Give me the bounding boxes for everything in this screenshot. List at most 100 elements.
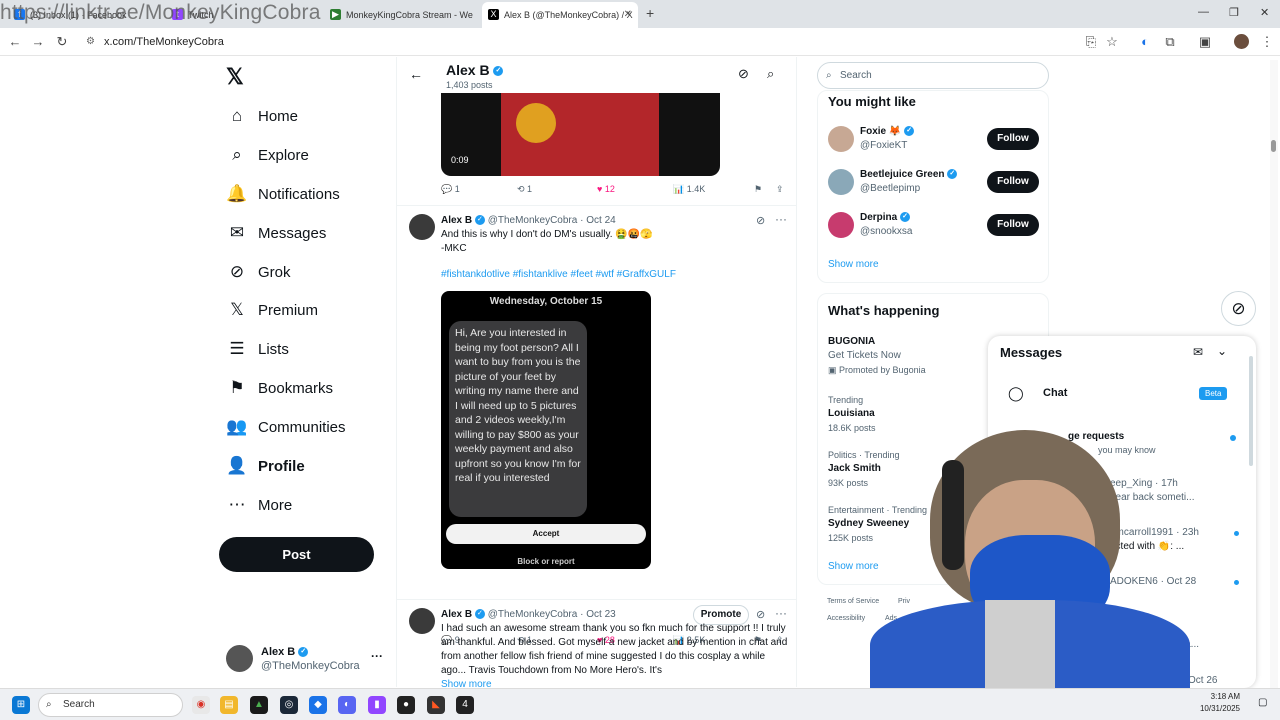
avatar[interactable] <box>828 212 854 238</box>
trend-item[interactable]: BUGONIA Get Tickets Now ▣ Promoted by Bu… <box>828 335 998 377</box>
avatar[interactable] <box>409 608 435 634</box>
address-bar[interactable]: ⚙ x.com/TheMonkeyCobra <box>80 31 1130 53</box>
grok-float-button[interactable]: ⊘ <box>1221 291 1256 326</box>
reply-button[interactable]: 💬 1 <box>441 184 460 195</box>
nav-profile[interactable]: 👤 Profile <box>226 456 304 476</box>
nav-lists[interactable]: ☰ Lists <box>226 339 288 359</box>
follow-button[interactable]: Follow <box>987 214 1039 236</box>
author-handle[interactable]: @TheMonkeyCobra <box>488 609 578 620</box>
close-window-button[interactable]: ✕ <box>1260 6 1269 19</box>
compose-icon[interactable]: ✉ <box>1193 345 1203 359</box>
show-more-link[interactable]: Show more <box>828 258 879 272</box>
nav-communities[interactable]: 👥 Communities <box>226 417 345 437</box>
grok-icon[interactable]: ⊘ <box>738 66 749 82</box>
new-tab-button[interactable]: + <box>646 5 654 21</box>
forward-icon[interactable]: → <box>30 34 46 49</box>
menu-icon[interactable]: ⋮ <box>1259 34 1275 50</box>
grok-icon[interactable]: ⊘ <box>756 214 765 227</box>
back-icon[interactable]: ← <box>7 34 23 49</box>
user-name[interactable]: Beetlejuice Green <box>860 169 944 180</box>
dm-screenshot-image[interactable]: Wednesday, October 15 Hi, Are you intere… <box>441 291 651 569</box>
account-switcher[interactable]: Alex B ✓ @TheMonkeyCobra ··· <box>226 645 386 675</box>
notification-icon[interactable]: ▢ <box>1258 697 1267 708</box>
search-input[interactable]: ⌕ Search <box>817 62 1049 89</box>
tweet-date[interactable]: Oct 24 <box>586 215 615 226</box>
discord-icon[interactable]: ◐ <box>338 696 356 714</box>
author-handle[interactable]: @TheMonkeyCobra <box>488 215 578 226</box>
site-info-icon[interactable]: ⚙ <box>86 31 95 53</box>
profile-avatar[interactable] <box>1234 34 1249 49</box>
more-icon[interactable]: ··· <box>371 649 383 663</box>
show-more-link[interactable]: Show more <box>441 678 492 687</box>
author-name[interactable]: Alex B <box>441 215 472 226</box>
extensions-puzzle-icon[interactable]: ⧉ <box>1162 34 1178 50</box>
hashtags[interactable]: #fishtankdotlive #fishtanklive #feet #wt… <box>441 268 676 282</box>
file-explorer-icon[interactable]: ▤ <box>220 696 238 714</box>
twitch-icon[interactable]: ▮ <box>368 696 386 714</box>
install-icon[interactable]: ⎘ <box>1083 34 1099 50</box>
nav-messages[interactable]: ✉ Messages <box>226 223 327 243</box>
extension-icon[interactable]: ◐ <box>1137 34 1153 49</box>
tweet-date[interactable]: Oct 23 <box>586 609 615 620</box>
windows-start-icon[interactable]: ⊞ <box>12 696 30 714</box>
nav-more[interactable]: ⋯ More <box>226 495 293 515</box>
tweet[interactable]: Alex B ✓ @TheMonkeyCobra · Oct 23 Promot… <box>397 600 796 687</box>
chat-label[interactable]: Chat <box>1043 387 1067 399</box>
x-logo[interactable]: 𝕏 <box>226 64 244 90</box>
video-player[interactable]: 0:09 <box>441 93 720 176</box>
nav-premium[interactable]: 𝕏 Premium <box>226 300 318 320</box>
app-4k-icon[interactable]: 4 <box>456 696 474 714</box>
more-icon[interactable]: ··· <box>775 606 787 620</box>
avatar[interactable] <box>409 214 435 240</box>
minimize-button[interactable]: — <box>1198 6 1209 18</box>
author-name[interactable]: Alex B <box>441 609 472 620</box>
chrome-icon[interactable]: ◉ <box>192 696 210 714</box>
retweet-button[interactable]: ⟲ 1 <box>517 184 532 195</box>
tweet-text: I had such an awesome stream thank you s… <box>441 623 788 676</box>
steam-icon[interactable]: ◎ <box>280 696 298 714</box>
section-title: You might like <box>828 94 916 109</box>
close-icon[interactable]: ✕ <box>624 9 632 20</box>
user-name[interactable]: Foxie 🦊 <box>860 126 901 137</box>
follow-button[interactable]: Follow <box>987 171 1039 193</box>
more-icon[interactable]: ··· <box>775 212 787 226</box>
app-icon[interactable]: ◆ <box>309 696 327 714</box>
bookmark-icon[interactable]: ⚑ <box>754 184 762 195</box>
avatar[interactable] <box>828 169 854 195</box>
scrollbar[interactable] <box>1249 356 1253 466</box>
nav-home[interactable]: ⌂ Home <box>226 106 298 126</box>
tab-x-profile[interactable]: X Alex B (@TheMonkeyCobra) / X ✕ <box>482 2 638 28</box>
tweet[interactable]: Alex B ✓ @TheMonkeyCobra · Oct 24 ⊘ ··· … <box>397 206 796 645</box>
conversation-item[interactable]: Oct 26 <box>1188 674 1217 688</box>
grok-icon[interactable]: ⊘ <box>756 608 765 621</box>
back-arrow-icon[interactable]: ← <box>409 66 423 82</box>
page-scrollbar[interactable] <box>1270 60 1278 688</box>
views-button[interactable]: 📊 1.4K <box>673 184 705 195</box>
maximize-button[interactable]: ❐ <box>1229 6 1239 19</box>
clock-date[interactable]: 10/31/2025 <box>1196 704 1240 713</box>
user-name[interactable]: Derpina <box>860 212 897 223</box>
app-icon[interactable]: ▲ <box>250 696 268 714</box>
nav-grok[interactable]: ⊘ Grok <box>226 262 291 282</box>
search-icon[interactable]: ⌕ <box>767 66 774 82</box>
reload-icon[interactable]: ↻ <box>54 34 70 50</box>
unread-dot <box>1234 580 1239 585</box>
footer-link[interactable]: Accessibility <box>827 615 865 622</box>
clock-time[interactable]: 3:18 AM <box>1200 692 1240 701</box>
nav-explore[interactable]: ⌕ Explore <box>226 145 309 165</box>
bookmark-star-icon[interactable]: ☆ <box>1104 34 1120 50</box>
obs-icon[interactable]: ● <box>397 696 415 714</box>
post-button[interactable]: Post <box>219 537 374 572</box>
taskbar-search[interactable]: ⌕ Search <box>38 693 183 717</box>
avatar[interactable] <box>828 126 854 152</box>
scroll-thumb[interactable] <box>1271 140 1276 152</box>
like-button[interactable]: ♥ 12 <box>597 184 615 194</box>
follow-button[interactable]: Follow <box>987 128 1039 150</box>
tab-stream[interactable]: ▶ MonkeyKingCobra Stream - We <box>324 2 479 28</box>
sidepanel-icon[interactable]: ▣ <box>1197 34 1213 50</box>
nav-bookmarks[interactable]: ⚑ Bookmarks <box>226 378 333 398</box>
nav-notifications[interactable]: 🔔 Notifications <box>226 184 339 204</box>
app-icon[interactable]: ◣ <box>427 696 445 714</box>
share-icon[interactable]: ⇪ <box>776 184 784 195</box>
collapse-icon[interactable]: ⌄ <box>1217 344 1227 358</box>
